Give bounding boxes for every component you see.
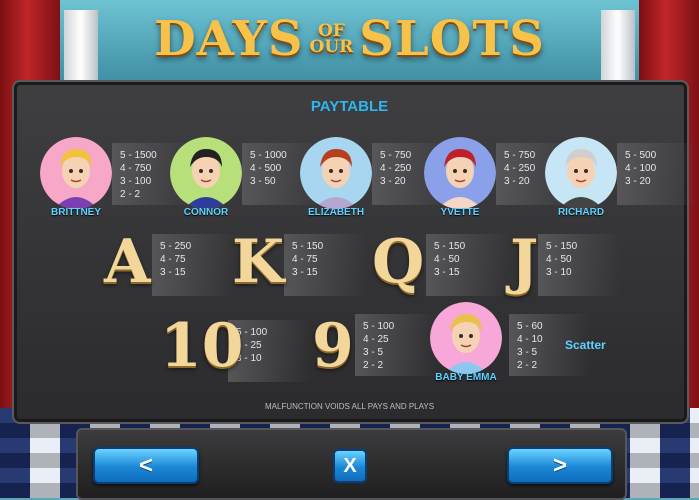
close-paytable-button[interactable]: X (333, 449, 367, 483)
pay-line: 3 - 100 (120, 176, 152, 187)
pay-line: 5 - 250 (160, 241, 192, 252)
pay-line: 5 - 1000 (250, 150, 287, 161)
pay-line: 5 - 100 (363, 321, 395, 332)
pay-line: 3 - 20 (625, 176, 651, 187)
scatter-label: Scatter (565, 338, 606, 352)
logo-word-slots: SLOTS (359, 11, 545, 67)
pay-line: 5 - 500 (625, 150, 657, 161)
character-connor-portrait (170, 137, 242, 209)
pay-line: 3 - 15 (292, 267, 318, 278)
logo-of-our: OF OUR (309, 23, 354, 57)
right-arrow-icon: > (552, 451, 567, 479)
character-richard-portrait (545, 137, 617, 209)
pay-values: 5 - 750 4 - 250 3 - 20 (380, 149, 411, 188)
pay-line: 4 - 75 (160, 254, 186, 265)
pay-line: 5 - 750 (380, 150, 412, 161)
pay-values: 5 - 60 4 - 10 3 - 5 2 - 2 (517, 320, 543, 372)
pay-line: 2 - 2 (120, 189, 141, 200)
pay-line: 5 - 150 (292, 241, 324, 252)
pay-values: 5 - 100 4 - 25 3 - 5 2 - 2 (363, 320, 394, 372)
pay-line: 2 - 2 (517, 360, 538, 371)
character-yvette-portrait (424, 137, 496, 209)
pay-values: 5 - 750 4 - 250 3 - 20 (504, 149, 535, 188)
card-symbol-9: 9 (312, 311, 354, 381)
next-page-button[interactable]: > (507, 447, 613, 484)
malfunction-notice: MALFUNCTION VOIDS ALL PAYS AND PLAYS (264, 402, 435, 411)
character-brittney-portrait (40, 137, 112, 209)
pay-line: 4 - 500 (250, 163, 282, 174)
pay-values: 5 - 500 4 - 100 3 - 20 (625, 149, 656, 188)
card-symbol-q: Q (372, 227, 425, 297)
card-symbol-10: 10 (160, 311, 244, 381)
pay-line: 2 - 2 (363, 360, 384, 371)
pay-line: 5 - 150 (434, 241, 466, 252)
pay-values: 5 - 1000 4 - 500 3 - 50 (250, 149, 287, 188)
pay-line: 5 - 60 (517, 321, 543, 332)
pay-line: 4 - 25 (363, 334, 389, 345)
pay-line: 5 - 150 (546, 241, 578, 252)
pay-values: 5 - 150 4 - 50 3 - 15 (434, 240, 465, 279)
scatter-baby-name: BABY EMMA (435, 372, 497, 383)
pay-values: 5 - 1500 4 - 750 3 - 100 2 - 2 (120, 149, 157, 201)
previous-page-button[interactable]: < (93, 447, 199, 484)
pay-line: 5 - 750 (504, 150, 536, 161)
pay-line: 4 - 75 (292, 254, 318, 265)
pay-values: 5 - 250 4 - 75 3 - 15 (160, 240, 191, 279)
pay-line: 3 - 20 (504, 176, 530, 187)
logo-word-days: DAYS (154, 11, 304, 67)
pay-line: 3 - 5 (363, 347, 384, 358)
pay-line: 3 - 50 (250, 176, 276, 187)
scatter-baby-portrait (430, 302, 502, 374)
logo-word-our: OUR (309, 37, 354, 57)
pay-line: 4 - 50 (434, 254, 460, 265)
left-arrow-icon: < (138, 451, 153, 479)
card-symbol-j: J (510, 227, 539, 297)
character-yvette-name: YVETTE (440, 207, 480, 218)
pay-line: 5 - 1500 (120, 150, 157, 161)
game-logo: DAYS OF OUR SLOTS (0, 4, 699, 74)
pay-line: 4 - 250 (504, 163, 536, 174)
character-elizabeth-portrait (300, 137, 372, 209)
paytable-title: PAYTABLE (310, 98, 389, 115)
pay-line: 3 - 20 (380, 176, 406, 187)
pay-values: 5 - 150 4 - 50 3 - 10 (546, 240, 577, 279)
character-richard-name: RICHARD (557, 207, 605, 218)
pay-line: 3 - 15 (434, 267, 460, 278)
character-brittney-name: BRITTNEY (51, 207, 101, 218)
close-icon: X (343, 454, 357, 477)
card-symbol-k: K (232, 227, 285, 297)
pay-line: 3 - 15 (160, 267, 186, 278)
character-connor-name: CONNOR (183, 207, 229, 218)
pay-line: 3 - 10 (546, 267, 572, 278)
pay-line: 4 - 50 (546, 254, 572, 265)
pay-values: 5 - 150 4 - 75 3 - 15 (292, 240, 323, 279)
pay-line: 4 - 10 (517, 334, 543, 345)
character-elizabeth-name: ELIZABETH (307, 207, 365, 218)
pay-line: 4 - 100 (625, 163, 657, 174)
pay-line: 4 - 750 (120, 163, 152, 174)
pay-line: 3 - 5 (517, 347, 538, 358)
card-symbol-a: A (104, 227, 151, 297)
pay-line: 4 - 250 (380, 163, 412, 174)
